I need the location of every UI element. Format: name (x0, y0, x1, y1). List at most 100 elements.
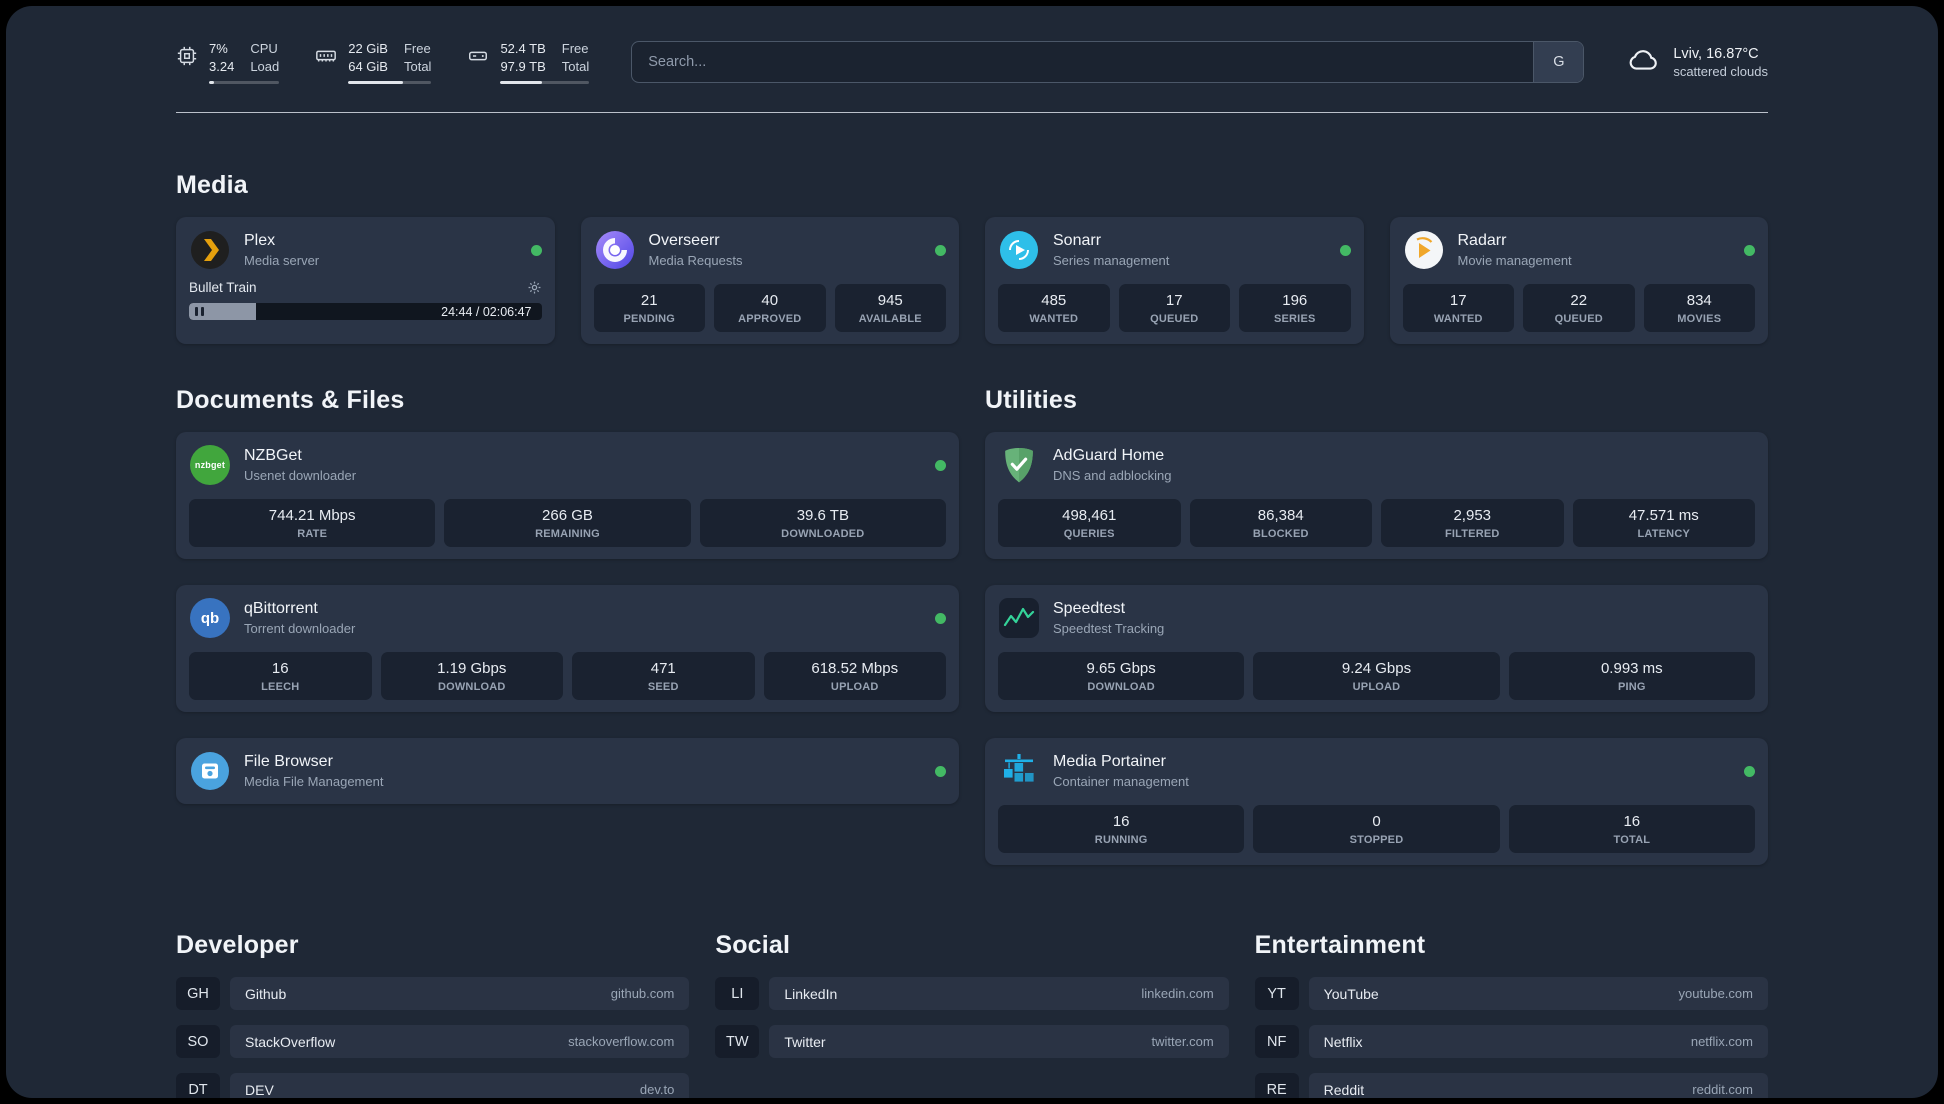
bookmark-group-social: Social LI LinkedIn linkedin.com TW Twitt… (715, 931, 1229, 1059)
cpu-icon (176, 45, 198, 67)
cpu-widget: 7% 3.24 CPU Load (176, 40, 280, 85)
status-dot (1339, 244, 1351, 256)
service-name: Media Portainer (1053, 753, 1166, 771)
bookmark-youtube[interactable]: YT YouTube youtube.com (1254, 977, 1768, 1011)
cpu-progress-fill (209, 81, 214, 85)
weather-condition: scattered clouds (1673, 63, 1768, 79)
media-section-title: Media (176, 171, 248, 200)
bookmark-name: Netflix (1323, 1033, 1363, 1050)
service-link-portainer[interactable]: Media Portainer Container management (998, 750, 1755, 792)
service-card-portainer: Media Portainer Container management 16 … (985, 738, 1768, 866)
service-subtitle: Torrent downloader (244, 621, 356, 637)
service-link-speedtest[interactable]: Speedtest Speedtest Tracking (998, 597, 1755, 639)
gear-icon[interactable] (527, 280, 542, 295)
service-link-overseerr[interactable]: Overseerr Media Requests (594, 229, 946, 271)
service-link-nzbget[interactable]: nzbget NZBGet Usenet downloader (189, 444, 946, 486)
bookmark-domain: youtube.com (1678, 986, 1753, 1002)
service-name: AdGuard Home (1053, 447, 1165, 465)
plex-icon (189, 229, 231, 271)
service-link-filebrowser[interactable]: File Browser Media File Management (189, 750, 946, 792)
service-card-qbittorrent: qb qBittorrent Torrent downloader 16 LEE… (176, 585, 959, 713)
bookmark-github[interactable]: GH Github github.com (176, 977, 690, 1011)
bookmark-name: YouTube (1323, 985, 1379, 1002)
bookmark-name: DEV (245, 1081, 274, 1098)
resource-widgets: 7% 3.24 CPU Load 22 GiB 64 GiB Free Tota… (176, 40, 590, 85)
disk-widget: 52.4 TB 97.9 TB Free Total (467, 40, 590, 85)
service-link-qbittorrent[interactable]: qb qBittorrent Torrent downloader (189, 597, 946, 639)
utilities-section-title: Utilities (985, 386, 1078, 415)
bookmark-name: Github (245, 985, 287, 1002)
service-card-plex: Plex Media server Bullet Train 24:44 / 0… (176, 217, 555, 345)
bookmark-abbr: TW (715, 1025, 760, 1059)
stat-tile: 17 WANTED (1402, 284, 1514, 333)
bookmark-abbr: NF (1254, 1025, 1299, 1059)
sonarr-icon (998, 229, 1040, 271)
nzbget-icon: nzbget (189, 444, 231, 486)
bookmark-domain: dev.to (639, 1082, 675, 1098)
service-subtitle: Usenet downloader (244, 468, 357, 484)
stat-tile: 16 TOTAL (1508, 805, 1755, 854)
service-subtitle: Movie management (1457, 253, 1572, 269)
bookmark-name: LinkedIn (784, 985, 838, 1002)
bookmark-twitter[interactable]: TW Twitter twitter.com (715, 1025, 1229, 1059)
service-subtitle: Media File Management (244, 774, 384, 790)
search-input[interactable] (632, 42, 1534, 83)
service-card-nzbget: nzbget NZBGet Usenet downloader 744.21 M… (176, 432, 959, 560)
stat-tile: 21 PENDING (593, 284, 705, 333)
stat-tile: 266 GB REMAINING (444, 499, 691, 548)
disk-icon (467, 45, 489, 67)
weather-location: Lviv, 16.87°C (1673, 45, 1759, 62)
service-card-speedtest: Speedtest Speedtest Tracking 9.65 Gbps D… (985, 585, 1768, 713)
service-link-radarr[interactable]: Radarr Movie management (1403, 229, 1755, 271)
disk-total-label: Total (561, 58, 590, 74)
bookmark-netflix[interactable]: NF Netflix netflix.com (1254, 1025, 1768, 1059)
service-card-radarr: Radarr Movie management 17 WANTED 22 QUE… (1389, 217, 1768, 345)
service-link-plex[interactable]: Plex Media server (189, 229, 542, 271)
social-group-title: Social (715, 931, 791, 960)
pause-icon[interactable] (195, 303, 204, 320)
stat-tile: 834 MOVIES (1643, 284, 1755, 333)
now-playing-title: Bullet Train (189, 280, 257, 296)
service-link-adguard[interactable]: AdGuard Home DNS and adblocking (998, 444, 1755, 486)
stat-tile: 0 STOPPED (1253, 805, 1500, 854)
memory-progress-track (348, 81, 432, 85)
disk-progress-track (500, 81, 590, 85)
status-dot (1744, 244, 1755, 256)
service-name: Overseerr (648, 232, 720, 250)
service-card-filebrowser: File Browser Media File Management (176, 738, 959, 805)
service-card-adguard: AdGuard Home DNS and adblocking 498,461 … (985, 432, 1768, 560)
bookmark-reddit[interactable]: RE Reddit reddit.com (1254, 1073, 1768, 1098)
service-card-overseerr: Overseerr Media Requests 21 PENDING 40 A… (580, 217, 959, 345)
bookmark-abbr: RE (1254, 1073, 1299, 1098)
bookmark-stackoverflow[interactable]: SO StackOverflow stackoverflow.com (176, 1025, 690, 1059)
bookmark-name: Twitter (784, 1033, 826, 1050)
topbar-divider (176, 112, 1768, 114)
bookmark-linkedin[interactable]: LI LinkedIn linkedin.com (715, 977, 1229, 1011)
media-section: Media Plex Media server Bullet Train 24:… (176, 171, 1768, 345)
overseerr-icon (594, 229, 636, 271)
disk-free-value: 52.4 TB (500, 41, 546, 56)
memory-progress-fill (348, 81, 404, 85)
developer-group-title: Developer (176, 931, 299, 960)
playback-time: 24:44 / 02:06:47 (441, 304, 532, 319)
dashboard: 7% 3.24 CPU Load 22 GiB 64 GiB Free Tota… (6, 6, 1938, 1098)
bookmark-abbr: DT (176, 1073, 220, 1098)
stat-tile: 86,384 BLOCKED (1189, 499, 1372, 548)
service-subtitle: Media server (244, 253, 320, 269)
bookmark-group-entertainment: Entertainment YT YouTube youtube.com NF … (1254, 931, 1768, 1098)
search-bar: G (631, 41, 1585, 84)
bookmark-abbr: GH (176, 977, 220, 1011)
bookmark-abbr: LI (715, 977, 760, 1011)
service-link-sonarr[interactable]: Sonarr Series management (998, 229, 1351, 271)
bookmark-dev[interactable]: DT DEV dev.to (176, 1073, 690, 1098)
speedtest-icon (998, 597, 1040, 639)
portainer-icon (998, 750, 1040, 792)
memory-total-label: Total (403, 58, 432, 74)
documents-section: Documents & Files nzbget NZBGet Usenet d… (176, 386, 959, 805)
stat-tile: 9.24 Gbps UPLOAD (1253, 652, 1500, 701)
stat-tile: 39.6 TB DOWNLOADED (699, 499, 946, 548)
search-provider-button[interactable]: G (1533, 42, 1584, 83)
service-subtitle: Container management (1053, 774, 1189, 790)
service-name: NZBGet (244, 447, 302, 465)
weather-widget: Lviv, 16.87°C scattered clouds (1626, 43, 1768, 82)
